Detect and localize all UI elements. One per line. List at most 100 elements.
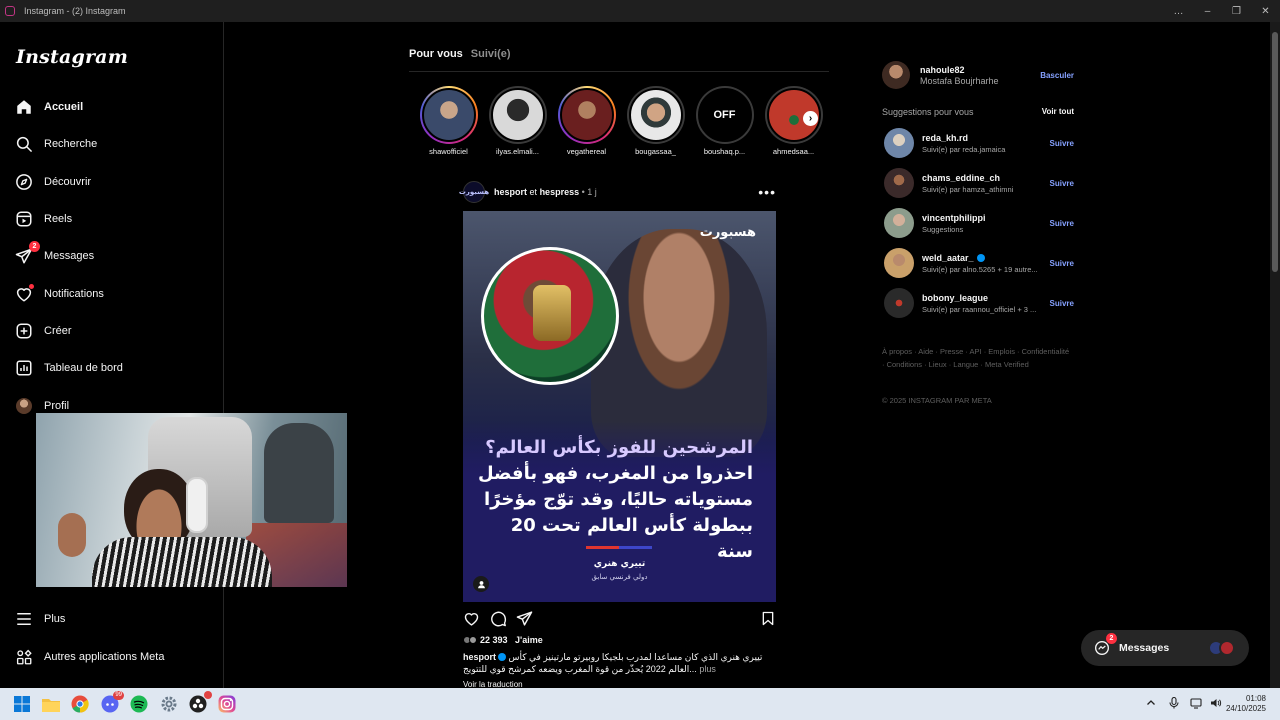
follow-button[interactable]: Suivre [1050, 139, 1074, 148]
likes-row[interactable]: 22 393 J'aime [463, 634, 543, 646]
story-item[interactable]: ahmedsaa... [759, 86, 828, 160]
nav-item-notifications[interactable]: Notifications [14, 281, 104, 307]
discord-badge: 99 [113, 691, 124, 700]
caption-more-link[interactable]: plus [699, 664, 716, 674]
minimize-button[interactable]: – [1193, 0, 1222, 22]
story-avatar [421, 88, 476, 142]
account-avatar[interactable] [882, 61, 910, 89]
webcam-overlay [36, 413, 347, 587]
messages-pill-badge: 2 [1106, 633, 1117, 644]
volume-icon[interactable] [1209, 697, 1223, 712]
suggestion-username[interactable]: bobony_league [922, 293, 1044, 303]
suggestion-item: chams_eddine_ch Suivi(e) par hamza_athimn… [884, 168, 1074, 198]
menu-icon [14, 609, 34, 629]
footer-links[interactable]: À propos · Aide · Presse · API · Emplois… [882, 346, 1072, 371]
suggestion-username[interactable]: reda_kh.rd [922, 133, 1044, 143]
tab-for-you[interactable]: Pour vous [409, 48, 463, 71]
account-username[interactable]: nahoule82 [920, 65, 999, 75]
post-image-headline-highlight: المرشحين للفوز بكأس العالم؟ [485, 437, 753, 458]
discord-icon[interactable]: 99 [99, 691, 124, 715]
accent-bars [586, 546, 652, 549]
page-scrollbar[interactable] [1270, 22, 1280, 688]
close-button[interactable]: ✕ [1251, 0, 1280, 22]
story-item[interactable]: bougassaa_ [621, 86, 690, 160]
post-author-avatar[interactable]: هسبورت [459, 181, 489, 203]
see-all-button[interactable]: Voir tout [1042, 107, 1074, 117]
network-icon[interactable] [1189, 697, 1203, 712]
suggestion-avatar[interactable] [884, 128, 914, 158]
caption-username[interactable]: hesport [463, 652, 496, 662]
story-item[interactable]: vegathereal [552, 86, 621, 160]
current-account: nahoule82 Mostafa Boujrharhe Basculer [882, 60, 1074, 90]
nav-item-messages[interactable]: 2 Messages [14, 241, 94, 269]
story-item[interactable]: shawofficiel [414, 86, 483, 160]
suggestions-title: Suggestions pour vous [882, 107, 974, 117]
follow-button[interactable]: Suivre [1050, 299, 1074, 308]
follow-button[interactable]: Suivre [1050, 219, 1074, 228]
suggestion-item: bobony_league Suivi(e) par raannou_offici… [884, 288, 1074, 318]
settings-gear-icon[interactable] [158, 693, 180, 715]
suggestion-avatar[interactable] [884, 168, 914, 198]
windows-start-icon[interactable] [11, 693, 33, 715]
post-author[interactable]: hesport [494, 187, 527, 197]
compass-icon [14, 172, 34, 192]
post-coauthor[interactable]: hespress [540, 187, 580, 197]
clock-time: 01:08 [1245, 694, 1266, 703]
nav-item-home[interactable]: Accueil [14, 94, 83, 120]
story-item[interactable]: ilyas.elmali... [483, 86, 552, 160]
post-image[interactable]: هسبورت المرشحين للفوز بكأس العالم؟ احذرو… [463, 211, 776, 602]
comment-icon[interactable] [489, 609, 507, 627]
obs-icon[interactable] [187, 691, 212, 715]
scrollbar-thumb[interactable] [1272, 32, 1278, 272]
suggestion-username[interactable]: weld_aatar_ [922, 253, 1044, 263]
nav-item-meta-apps[interactable]: Autres applications Meta [14, 644, 164, 670]
more-options-icon[interactable]: ••• [758, 184, 776, 200]
nav-item-dashboard[interactable]: Tableau de bord [14, 355, 123, 381]
verified-badge-icon [976, 253, 985, 262]
chrome-icon[interactable] [69, 693, 91, 715]
nav-label-search: Recherche [44, 138, 98, 150]
post-author-connector: et [529, 187, 538, 197]
window-menu-button[interactable]: … [1164, 0, 1193, 22]
suggestion-avatar[interactable] [884, 248, 914, 278]
chevron-up-icon[interactable] [1144, 698, 1158, 711]
tab-following[interactable]: Suivi(e) [471, 48, 511, 71]
dashboard-icon [14, 358, 34, 378]
instagram-logo[interactable]: Instagram [16, 46, 128, 68]
microphone-icon[interactable] [1167, 696, 1181, 712]
suggestions-header: Suggestions pour vous Voir tout [882, 107, 1074, 117]
tagged-user-icon[interactable] [473, 576, 489, 592]
nav-item-explore[interactable]: Découvrir [14, 169, 91, 195]
nav-label-meta-apps: Autres applications Meta [44, 651, 165, 663]
spotify-icon[interactable] [128, 693, 150, 715]
story-item[interactable]: OFF boushaq.p... [690, 86, 759, 160]
suggestion-avatar[interactable] [884, 288, 914, 318]
suggestion-username[interactable]: chams_eddine_ch [922, 173, 1044, 183]
nav-item-search[interactable]: Recherche [14, 131, 97, 157]
story-avatar [628, 88, 683, 142]
switch-account-button[interactable]: Basculer [1040, 71, 1074, 80]
search-icon [14, 134, 34, 154]
apps-grid-icon [14, 647, 34, 667]
follow-button[interactable]: Suivre [1050, 259, 1074, 268]
maximize-button[interactable]: ❐ [1222, 0, 1251, 22]
story-username: vegathereal [566, 147, 607, 156]
follow-button[interactable]: Suivre [1050, 179, 1074, 188]
bookmark-icon[interactable] [759, 609, 777, 627]
nav-item-create[interactable]: Créer [14, 318, 72, 344]
share-icon[interactable] [515, 609, 533, 627]
liker-avatar [469, 636, 477, 644]
nav-item-reels[interactable]: Reels [14, 206, 72, 232]
file-explorer-icon[interactable] [40, 693, 62, 715]
profile-avatar [14, 396, 34, 416]
nav-item-more[interactable]: Plus [14, 606, 65, 632]
like-icon[interactable] [462, 609, 480, 627]
suggestion-avatar[interactable] [884, 208, 914, 238]
suggestion-username[interactable]: vincentphilippi [922, 213, 1044, 223]
post-caption: hesport تييري هنري الذي كان مساعدا لمدرب… [463, 651, 763, 675]
messages-badge: 2 [29, 241, 40, 252]
chevron-right-icon[interactable]: › [803, 111, 818, 126]
messages-pill-button[interactable]: 2 Messages [1081, 630, 1249, 666]
instagram-taskbar-icon[interactable] [216, 693, 238, 715]
taskbar-clock[interactable]: 01:08 24/10/2025 [1226, 694, 1266, 714]
